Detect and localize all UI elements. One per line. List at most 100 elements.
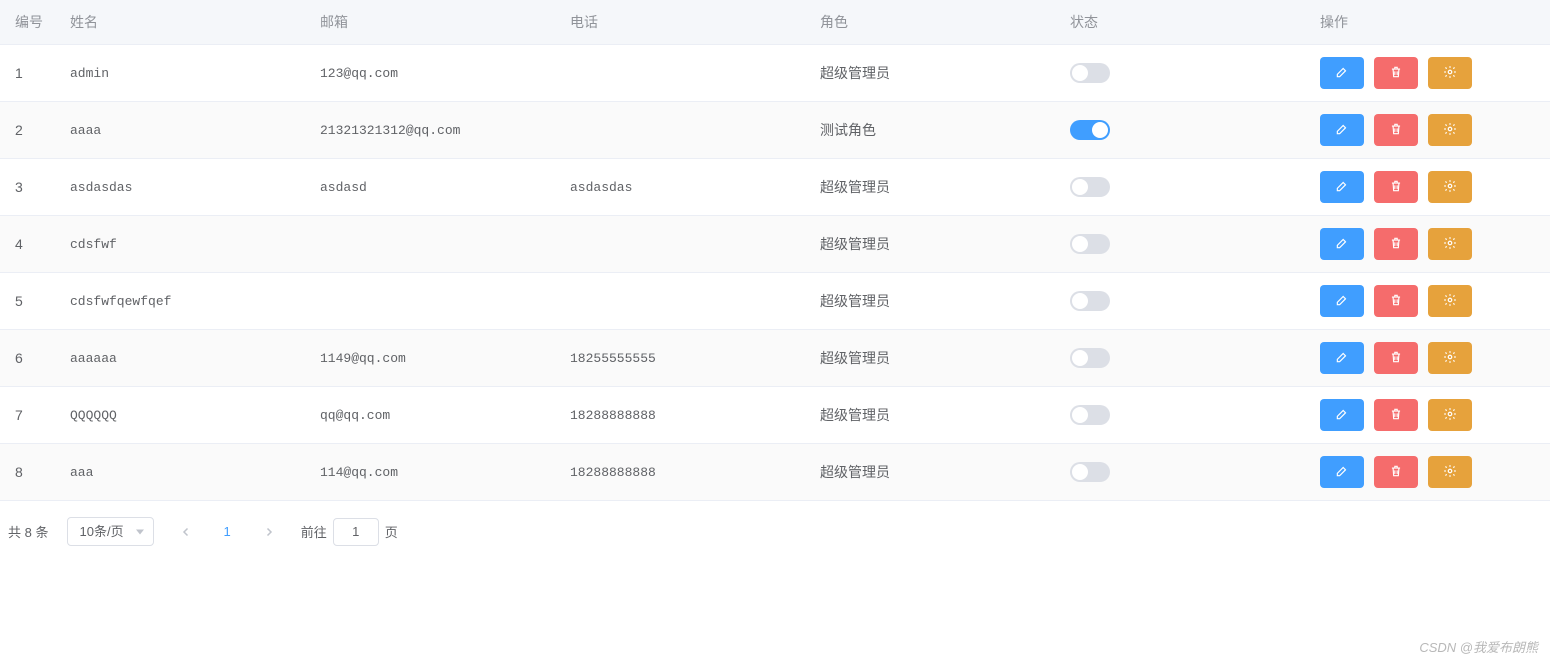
cell-role: 超级管理员	[810, 330, 1060, 387]
header-status: 状态	[1060, 0, 1310, 45]
settings-button[interactable]	[1428, 399, 1472, 431]
cell-action	[1310, 102, 1550, 159]
header-id: 编号	[0, 0, 60, 45]
trash-icon	[1389, 350, 1403, 367]
cell-status	[1060, 444, 1310, 501]
trash-icon	[1389, 179, 1403, 196]
cell-email: 123@qq.com	[310, 45, 560, 102]
table-row: 3 asdasdas asdasd asdasdas 超级管理员	[0, 159, 1550, 216]
cell-action	[1310, 216, 1550, 273]
cell-phone	[560, 102, 810, 159]
cell-id: 4	[0, 216, 60, 273]
settings-button[interactable]	[1428, 57, 1472, 89]
cell-role: 超级管理员	[810, 273, 1060, 330]
status-toggle[interactable]	[1070, 177, 1110, 197]
delete-button[interactable]	[1374, 456, 1418, 488]
next-page-button[interactable]	[255, 522, 283, 542]
gear-icon	[1443, 293, 1457, 310]
cell-name: admin	[60, 45, 310, 102]
cell-phone	[560, 216, 810, 273]
cell-name: aaaaaa	[60, 330, 310, 387]
status-toggle[interactable]	[1070, 348, 1110, 368]
cell-name: cdsfwfqewfqef	[60, 273, 310, 330]
prev-page-button[interactable]	[172, 522, 200, 542]
cell-status	[1060, 216, 1310, 273]
cell-id: 2	[0, 102, 60, 159]
edit-icon	[1335, 293, 1349, 310]
edit-button[interactable]	[1320, 228, 1364, 260]
edit-button[interactable]	[1320, 342, 1364, 374]
trash-icon	[1389, 122, 1403, 139]
edit-button[interactable]	[1320, 57, 1364, 89]
status-toggle[interactable]	[1070, 234, 1110, 254]
cell-id: 7	[0, 387, 60, 444]
cell-name: cdsfwf	[60, 216, 310, 273]
cell-role: 超级管理员	[810, 387, 1060, 444]
cell-name: QQQQQQ	[60, 387, 310, 444]
edit-button[interactable]	[1320, 114, 1364, 146]
settings-button[interactable]	[1428, 114, 1472, 146]
page-size-select-wrap: 10条/页	[67, 517, 154, 546]
delete-button[interactable]	[1374, 114, 1418, 146]
cell-email: 114@qq.com	[310, 444, 560, 501]
settings-button[interactable]	[1428, 285, 1472, 317]
cell-status	[1060, 387, 1310, 444]
header-name: 姓名	[60, 0, 310, 45]
page-jump-input[interactable]	[333, 518, 379, 546]
status-toggle[interactable]	[1070, 462, 1110, 482]
cell-role: 超级管理员	[810, 159, 1060, 216]
settings-button[interactable]	[1428, 171, 1472, 203]
cell-email	[310, 273, 560, 330]
edit-button[interactable]	[1320, 171, 1364, 203]
gear-icon	[1443, 407, 1457, 424]
table-row: 4 cdsfwf 超级管理员	[0, 216, 1550, 273]
page-nav: 1	[172, 522, 283, 542]
header-role: 角色	[810, 0, 1060, 45]
cell-name: aaaa	[60, 102, 310, 159]
edit-icon	[1335, 464, 1349, 481]
trash-icon	[1389, 293, 1403, 310]
page-number[interactable]: 1	[218, 524, 237, 539]
status-toggle[interactable]	[1070, 120, 1110, 140]
settings-button[interactable]	[1428, 456, 1472, 488]
delete-button[interactable]	[1374, 342, 1418, 374]
trash-icon	[1389, 236, 1403, 253]
cell-action	[1310, 273, 1550, 330]
cell-id: 1	[0, 45, 60, 102]
settings-button[interactable]	[1428, 228, 1472, 260]
delete-button[interactable]	[1374, 228, 1418, 260]
delete-button[interactable]	[1374, 285, 1418, 317]
status-toggle[interactable]	[1070, 63, 1110, 83]
edit-icon	[1335, 122, 1349, 139]
delete-button[interactable]	[1374, 171, 1418, 203]
gear-icon	[1443, 236, 1457, 253]
pagination-total: 共 8 条	[8, 522, 49, 541]
cell-status	[1060, 159, 1310, 216]
edit-button[interactable]	[1320, 399, 1364, 431]
cell-phone: 18288888888	[560, 444, 810, 501]
edit-icon	[1335, 407, 1349, 424]
cell-role: 超级管理员	[810, 444, 1060, 501]
cell-phone	[560, 45, 810, 102]
cell-email: qq@qq.com	[310, 387, 560, 444]
edit-icon	[1335, 65, 1349, 82]
watermark: CSDN @我爱布朗熊	[1419, 637, 1538, 656]
settings-button[interactable]	[1428, 342, 1472, 374]
cell-role: 测试角色	[810, 102, 1060, 159]
status-toggle[interactable]	[1070, 291, 1110, 311]
edit-button[interactable]	[1320, 285, 1364, 317]
cell-email: 1149@qq.com	[310, 330, 560, 387]
cell-name: aaa	[60, 444, 310, 501]
delete-button[interactable]	[1374, 399, 1418, 431]
page-size-select[interactable]: 10条/页	[67, 517, 154, 546]
status-toggle[interactable]	[1070, 405, 1110, 425]
cell-email: asdasd	[310, 159, 560, 216]
cell-status	[1060, 45, 1310, 102]
cell-status	[1060, 273, 1310, 330]
cell-action	[1310, 45, 1550, 102]
cell-phone: 18288888888	[560, 387, 810, 444]
table-row: 2 aaaa 21321321312@qq.com 测试角色	[0, 102, 1550, 159]
delete-button[interactable]	[1374, 57, 1418, 89]
edit-icon	[1335, 179, 1349, 196]
edit-button[interactable]	[1320, 456, 1364, 488]
